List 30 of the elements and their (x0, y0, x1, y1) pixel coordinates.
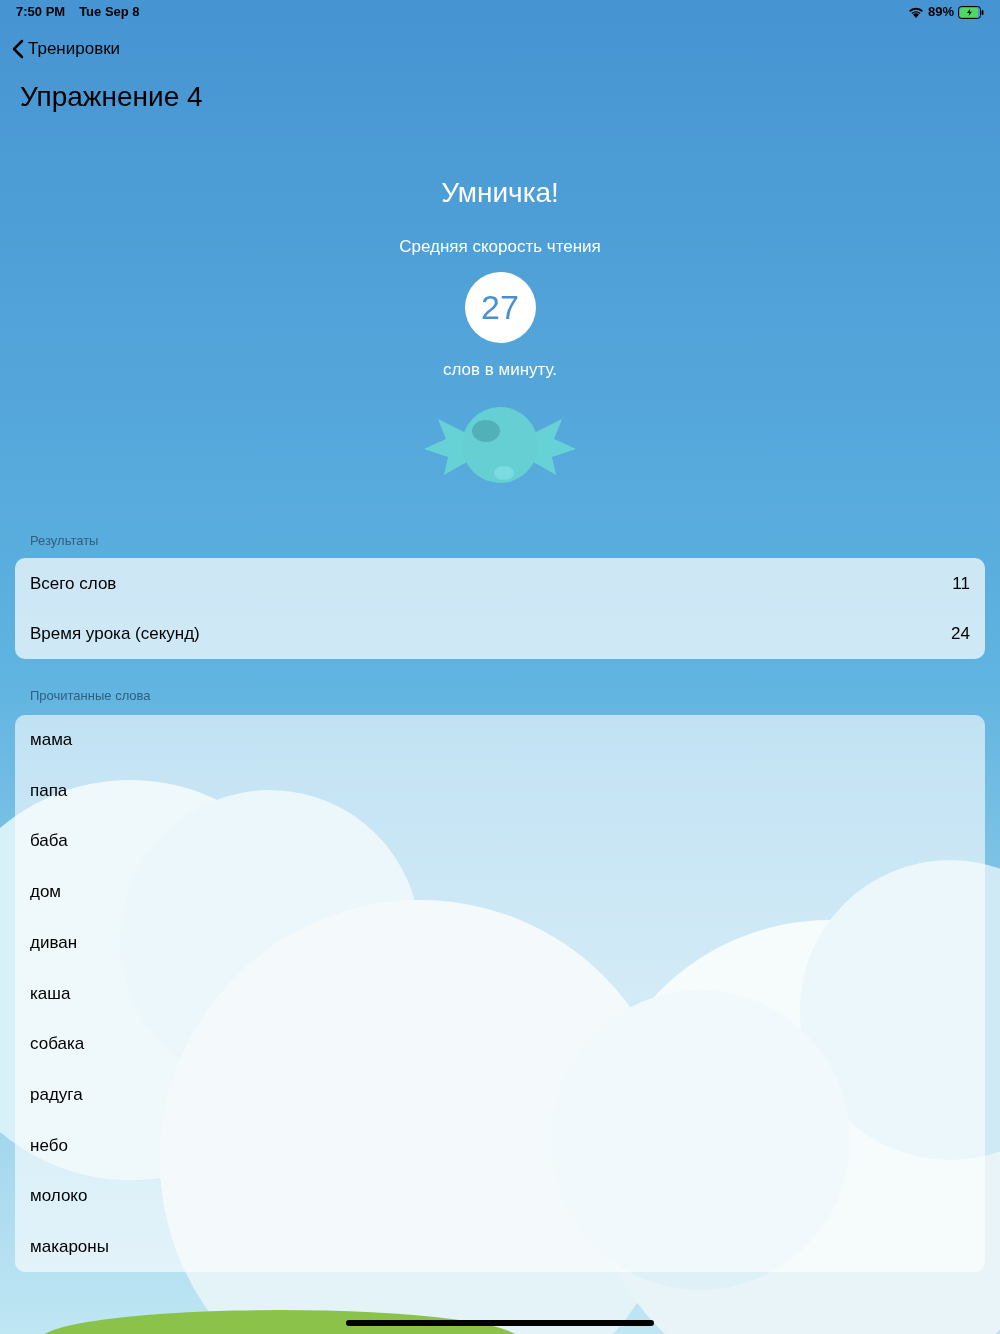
speed-unit: слов в минуту. (442, 359, 558, 381)
candy-icon (424, 404, 576, 485)
word-item: диван (30, 931, 78, 954)
wifi-icon (907, 6, 924, 18)
word-item: дом (30, 881, 62, 904)
word-item: собака (30, 1033, 85, 1056)
back-button[interactable]: Тренировки (12, 36, 121, 62)
battery-percent: 89% (927, 3, 954, 22)
word-item: макароны (30, 1235, 109, 1258)
battery-icon (958, 5, 984, 19)
page-title: Упражнение 4 (20, 79, 204, 114)
word-item: небо (30, 1134, 68, 1157)
word-item: радуга (30, 1083, 83, 1106)
status-time: 7:50 PM (16, 3, 66, 22)
section-header: Результаты (30, 531, 100, 550)
status-date: Tue Sep 8 (79, 3, 140, 22)
row-value: 11 (952, 572, 970, 595)
row-label: Всего слов (30, 572, 117, 595)
row-label: Время урока (секунд) (30, 623, 200, 645)
word-item: мама (30, 729, 73, 752)
word-item: молоко (30, 1185, 88, 1208)
speed-value: 27 (464, 272, 536, 343)
section-header: Прочитанные слова (30, 687, 152, 705)
row-value: 24 (951, 623, 970, 645)
word-item: баба (30, 830, 68, 853)
speed-label: Средняя скорость чтения (399, 235, 601, 258)
word-item: папа (30, 779, 68, 802)
praise-heading: Умничка! (441, 175, 559, 210)
word-item: каша (30, 982, 71, 1005)
chevron-left-icon (12, 38, 24, 59)
